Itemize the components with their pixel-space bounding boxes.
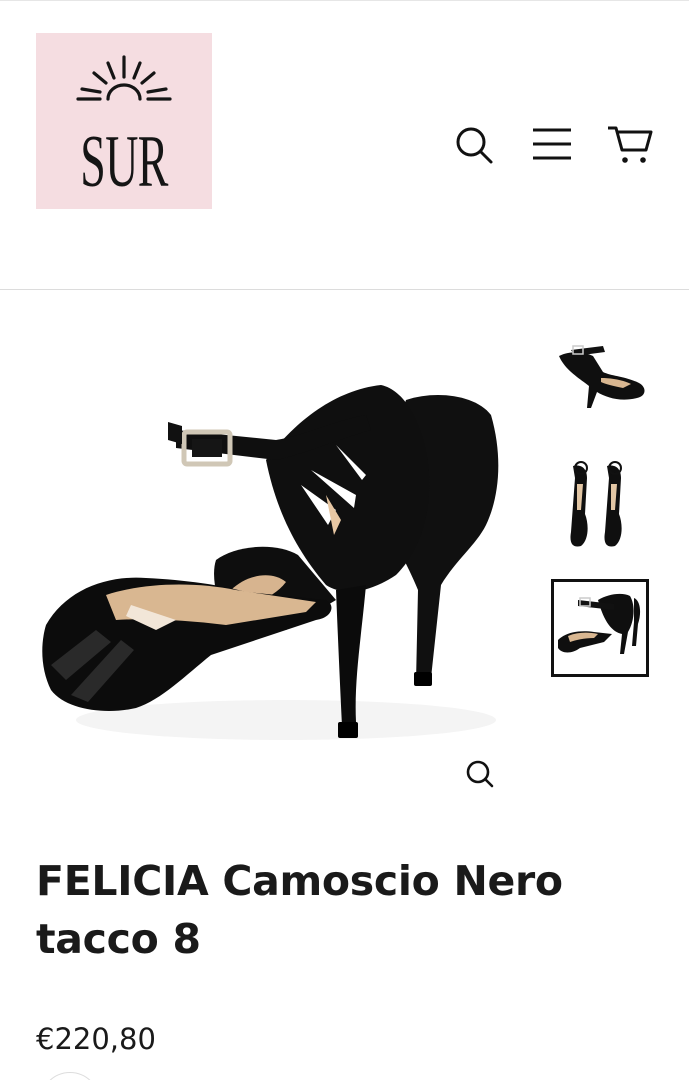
store-logo[interactable]: SUR (36, 33, 212, 209)
site-header: SUR (0, 0, 689, 290)
zoom-button[interactable] (458, 752, 502, 796)
search-button[interactable] (450, 120, 498, 168)
cart-icon (608, 126, 653, 163)
zoom-icon (466, 760, 494, 788)
cart-button[interactable] (606, 120, 654, 168)
product-title: FELICIA Camoscio Nero tacco 8 (36, 857, 563, 963)
thumbnail-3-image (558, 593, 641, 654)
thumbnail-1-image (559, 345, 645, 408)
shoe-image (42, 385, 499, 740)
product-price: €220,80 (36, 1022, 156, 1056)
search-icon (456, 127, 493, 164)
product-main-image[interactable] (36, 320, 528, 812)
thumbnail-2-image (570, 461, 622, 547)
thumbnail-3[interactable] (551, 579, 649, 677)
partial-round-element (40, 1072, 100, 1080)
menu-button[interactable] (528, 120, 576, 168)
logo-wordmark: SUR (80, 121, 168, 203)
menu-icon (533, 128, 571, 160)
thumbnail-1[interactable] (551, 326, 649, 424)
thumbnail-2[interactable] (551, 454, 649, 552)
